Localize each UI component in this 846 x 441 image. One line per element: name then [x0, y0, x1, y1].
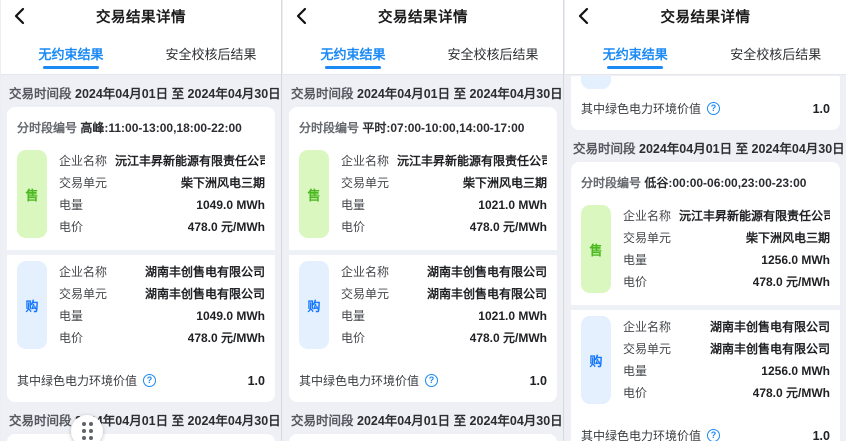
trade-unit-row: 交易单元柴下洲风电三期: [341, 172, 547, 194]
previous-card-tail: 其中绿色电力环境价值 ? 1.0: [571, 76, 840, 130]
tab-security-check[interactable]: 安全校核后结果: [423, 32, 563, 74]
price-row: 电价478.0 元/MWh: [59, 327, 265, 349]
buy-badge: 购: [299, 261, 329, 349]
next-trade-period-row: 交易时间段 2024年04月01日 至 2024年04月30日: [291, 410, 555, 429]
sell-block: 售 企业名称沅江丰昇新能源有限责任公司 交易单元柴下洲风电三期 电量1049.0…: [17, 144, 265, 250]
company-row: 企业名称沅江丰昇新能源有限责任公司: [341, 150, 547, 172]
active-tab-underline: [325, 66, 381, 69]
green-value-row: 其中绿色电力环境价值 ? 1.0: [17, 361, 265, 402]
trade-unit-row: 交易单元柴下洲风电三期: [59, 172, 265, 194]
energy-row: 电量1049.0 MWh: [59, 194, 265, 216]
tab-unconstrained[interactable]: 无约束结果: [565, 32, 706, 74]
trade-unit-row: 交易单元柴下洲风电三期: [623, 227, 830, 249]
help-icon[interactable]: ?: [707, 429, 720, 441]
result-card-peak: 分时段编号 高峰:11:00-13:00,18:00-22:00 售 企业名称沅…: [7, 107, 275, 402]
price-row: 电价478.0 元/MWh: [623, 271, 830, 293]
company-row: 企业名称湖南丰创售电有限公司: [623, 316, 830, 338]
buy-badge-stub: [581, 76, 611, 89]
results-scroll-area[interactable]: 其中绿色电力环境价值 ? 1.0 交易时间段 2024年04月01日 至 202…: [565, 75, 846, 441]
tab-security-check[interactable]: 安全校核后结果: [706, 32, 846, 74]
sell-block: 售 企业名称沅江丰昇新能源有限责任公司 交易单元柴下洲风电三期 电量1256.0…: [581, 199, 830, 305]
drag-handle-icon[interactable]: [71, 415, 103, 441]
segment-row: 分时段编号 低谷:00:00-06:00,23:00-23:00: [581, 174, 830, 191]
active-tab-underline: [43, 66, 99, 69]
page-title: 交易结果详情: [378, 6, 468, 27]
buy-block: 购 企业名称湖南丰创售电有限公司 交易单元湖南丰创售电有限公司 电量1021.0…: [299, 255, 547, 361]
green-value-row: 其中绿色电力环境价值 ? 1.0: [581, 89, 830, 130]
tab-security-check[interactable]: 安全校核后结果: [141, 32, 281, 74]
energy-row: 电量1049.0 MWh: [59, 305, 265, 327]
price-row: 电价478.0 元/MWh: [341, 216, 547, 238]
app-bar: 交易结果详情: [283, 0, 563, 32]
trade-period-row: 交易时间段 2024年04月01日 至 2024年04月30日: [9, 83, 273, 102]
energy-row: 电量1021.0 MWh: [341, 194, 547, 216]
tab-unconstrained[interactable]: 无约束结果: [283, 32, 423, 74]
trade-period-row: 交易时间段 2024年04月01日 至 2024年04月30日: [291, 83, 555, 102]
active-tab-underline: [607, 66, 663, 69]
buy-block: 购 企业名称湖南丰创售电有限公司 交易单元湖南丰创售电有限公司 电量1049.0…: [17, 255, 265, 361]
tab-bar: 无约束结果 安全校核后结果: [283, 32, 563, 75]
price-row: 电价478.0 元/MWh: [623, 382, 830, 404]
sell-block: 售 企业名称沅江丰昇新能源有限责任公司 交易单元柴下洲风电三期 电量1021.0…: [299, 144, 547, 250]
buy-badge: 购: [581, 316, 611, 404]
price-row: 电价478.0 元/MWh: [59, 216, 265, 238]
result-card-valley: 分时段编号 低谷:00:00-06:00,23:00-23:00 售 企业名称沅…: [571, 162, 840, 441]
tab-unconstrained[interactable]: 无约束结果: [1, 32, 141, 74]
screens-strip: 交易结果详情 无约束结果 安全校核后结果 交易时间段 2024年04月01日 至…: [0, 0, 846, 441]
green-value-row: 其中绿色电力环境价值 ? 1.0: [299, 361, 547, 402]
green-value: 1.0: [530, 374, 547, 388]
sell-badge: 售: [581, 205, 611, 293]
trade-unit-row: 交易单元湖南丰创售电有限公司: [623, 338, 830, 360]
panel-flat-period: 交易结果详情 无约束结果 安全校核后结果 交易时间段 2024年04月01日 至…: [282, 0, 564, 441]
page-title: 交易结果详情: [661, 6, 751, 27]
help-icon[interactable]: ?: [425, 374, 438, 387]
sell-badge: 售: [17, 150, 47, 238]
green-value: 1.0: [248, 374, 265, 388]
next-trade-period-row: 交易时间段 2024年04月01日 至 2024年04月30日: [9, 410, 273, 429]
page-title: 交易结果详情: [96, 6, 186, 27]
tab-bar: 无约束结果 安全校核后结果: [565, 32, 846, 75]
trade-unit-row: 交易单元湖南丰创售电有限公司: [341, 283, 547, 305]
app-bar: 交易结果详情: [1, 0, 281, 32]
price-row: 电价478.0 元/MWh: [341, 327, 547, 349]
sell-badge: 售: [299, 150, 329, 238]
energy-row: 电量1256.0 MWh: [623, 249, 830, 271]
segment-row: 分时段编号 平时:07:00-10:00,14:00-17:00: [299, 119, 547, 136]
green-value-row: 其中绿色电力环境价值 ? 1.0: [581, 416, 830, 441]
result-card-flat: 分时段编号 平时:07:00-10:00,14:00-17:00 售 企业名称沅…: [289, 107, 557, 402]
trade-period-row: 交易时间段 2024年04月01日 至 2024年04月30日: [573, 138, 838, 157]
buy-badge: 购: [17, 261, 47, 349]
green-value: 1.0: [813, 102, 830, 116]
trade-unit-row: 交易单元湖南丰创售电有限公司: [59, 283, 265, 305]
company-row: 企业名称沅江丰昇新能源有限责任公司: [623, 205, 830, 227]
company-row: 企业名称湖南丰创售电有限公司: [59, 261, 265, 283]
panel-peak-period: 交易结果详情 无约束结果 安全校核后结果 交易时间段 2024年04月01日 至…: [0, 0, 282, 441]
results-scroll-area[interactable]: 交易时间段 2024年04月01日 至 2024年04月30日 分时段编号 平时…: [283, 75, 563, 441]
energy-row: 电量1021.0 MWh: [341, 305, 547, 327]
results-scroll-area[interactable]: 交易时间段 2024年04月01日 至 2024年04月30日 分时段编号 高峰…: [1, 75, 281, 441]
next-card-stub: [7, 434, 275, 441]
help-icon[interactable]: ?: [707, 102, 720, 115]
help-icon[interactable]: ?: [143, 374, 156, 387]
tab-bar: 无约束结果 安全校核后结果: [1, 32, 281, 75]
next-card-stub: [289, 434, 557, 441]
panel-valley-period: 交易结果详情 无约束结果 安全校核后结果 其中绿色电力环境价值 ? 1.0 交易…: [564, 0, 846, 441]
app-bar: 交易结果详情: [565, 0, 846, 32]
company-row: 企业名称湖南丰创售电有限公司: [341, 261, 547, 283]
segment-row: 分时段编号 高峰:11:00-13:00,18:00-22:00: [17, 119, 265, 136]
back-icon[interactable]: [575, 7, 593, 25]
back-icon[interactable]: [293, 7, 311, 25]
company-row: 企业名称沅江丰昇新能源有限责任公司: [59, 150, 265, 172]
buy-block: 购 企业名称湖南丰创售电有限公司 交易单元湖南丰创售电有限公司 电量1256.0…: [581, 310, 830, 416]
green-value: 1.0: [813, 429, 830, 441]
back-icon[interactable]: [11, 7, 29, 25]
energy-row: 电量1256.0 MWh: [623, 360, 830, 382]
